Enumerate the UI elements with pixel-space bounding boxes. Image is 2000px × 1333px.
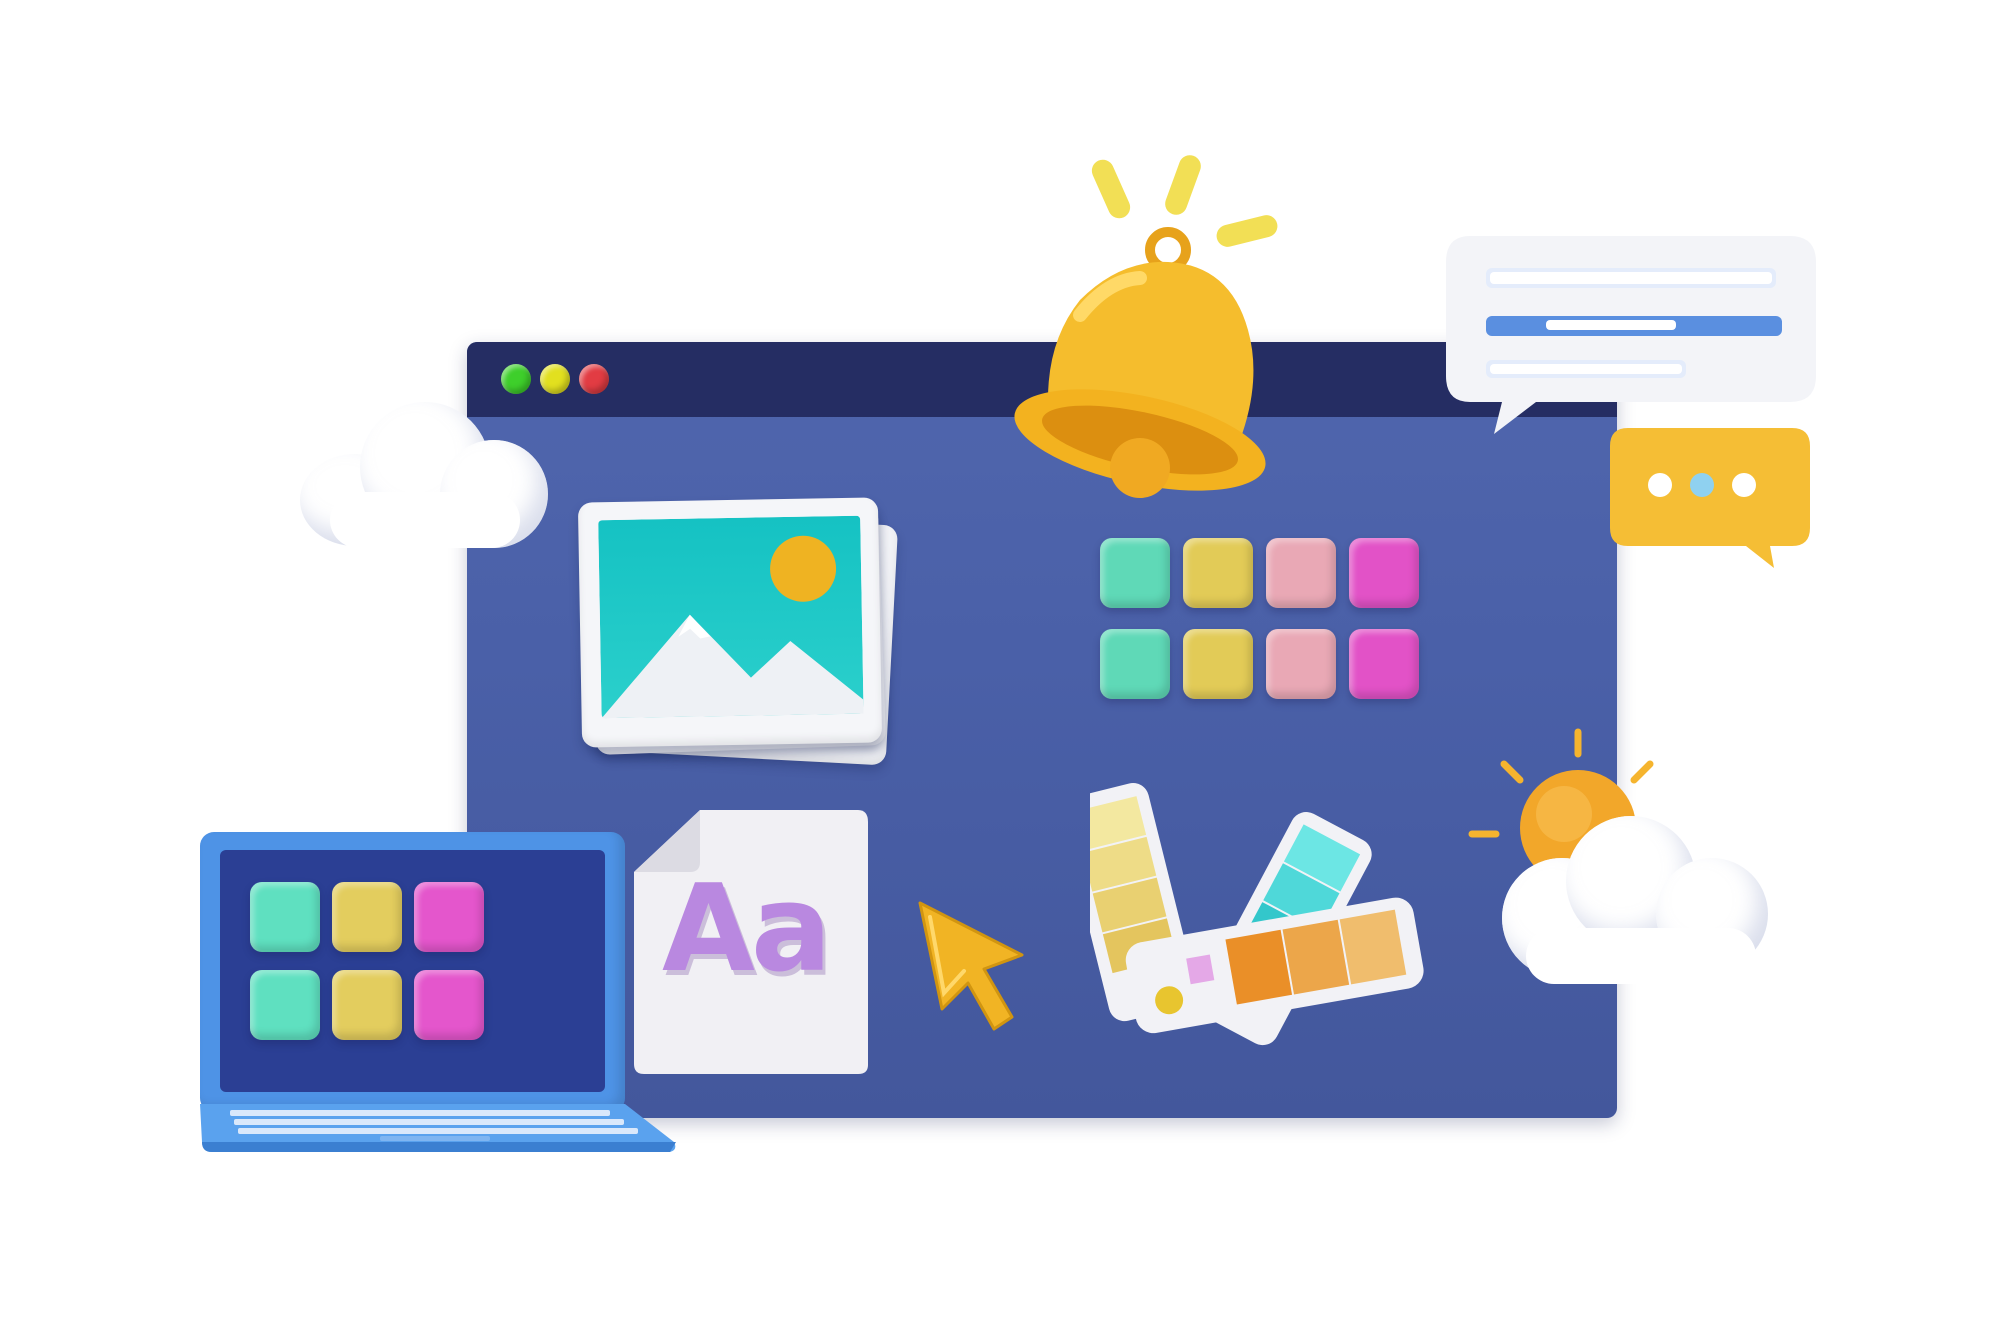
laptop-tile[interactable] [332,970,402,1040]
sun-cloud-icon [1466,728,1786,1008]
color-palette-icon [1090,782,1424,1046]
laptop-tile[interactable] [332,882,402,952]
laptop-tile[interactable] [414,970,484,1040]
font-specimen: Aa [662,860,832,999]
chat-bubble-icon [1446,236,1816,436]
swatch-tile[interactable] [1183,538,1253,608]
laptop-icon [200,832,680,1162]
swatch-grid [1100,538,1430,708]
laptop-tile[interactable] [414,882,484,952]
swatch-tile[interactable] [1266,629,1336,699]
window-dot-yellow[interactable] [540,364,570,394]
window-dot-green[interactable] [501,364,531,394]
swatch-tile[interactable] [1266,538,1336,608]
window-dot-red[interactable] [579,364,609,394]
laptop-keyboard [200,1104,676,1152]
swatch-tile[interactable] [1100,538,1170,608]
cloud-icon [300,392,550,552]
swatch-tile[interactable] [1349,629,1419,699]
cursor-icon [918,901,1024,1031]
bell-icon [1014,155,1278,498]
landscape-image [598,515,864,719]
laptop-tile[interactable] [250,970,320,1040]
swatch-tile[interactable] [1349,538,1419,608]
swatch-tile[interactable] [1183,629,1253,699]
typing-bubble-icon [1610,428,1810,568]
image-icon [577,497,910,780]
laptop-tile[interactable] [250,882,320,952]
swatch-tile[interactable] [1100,629,1170,699]
laptop-screen [220,850,605,1092]
